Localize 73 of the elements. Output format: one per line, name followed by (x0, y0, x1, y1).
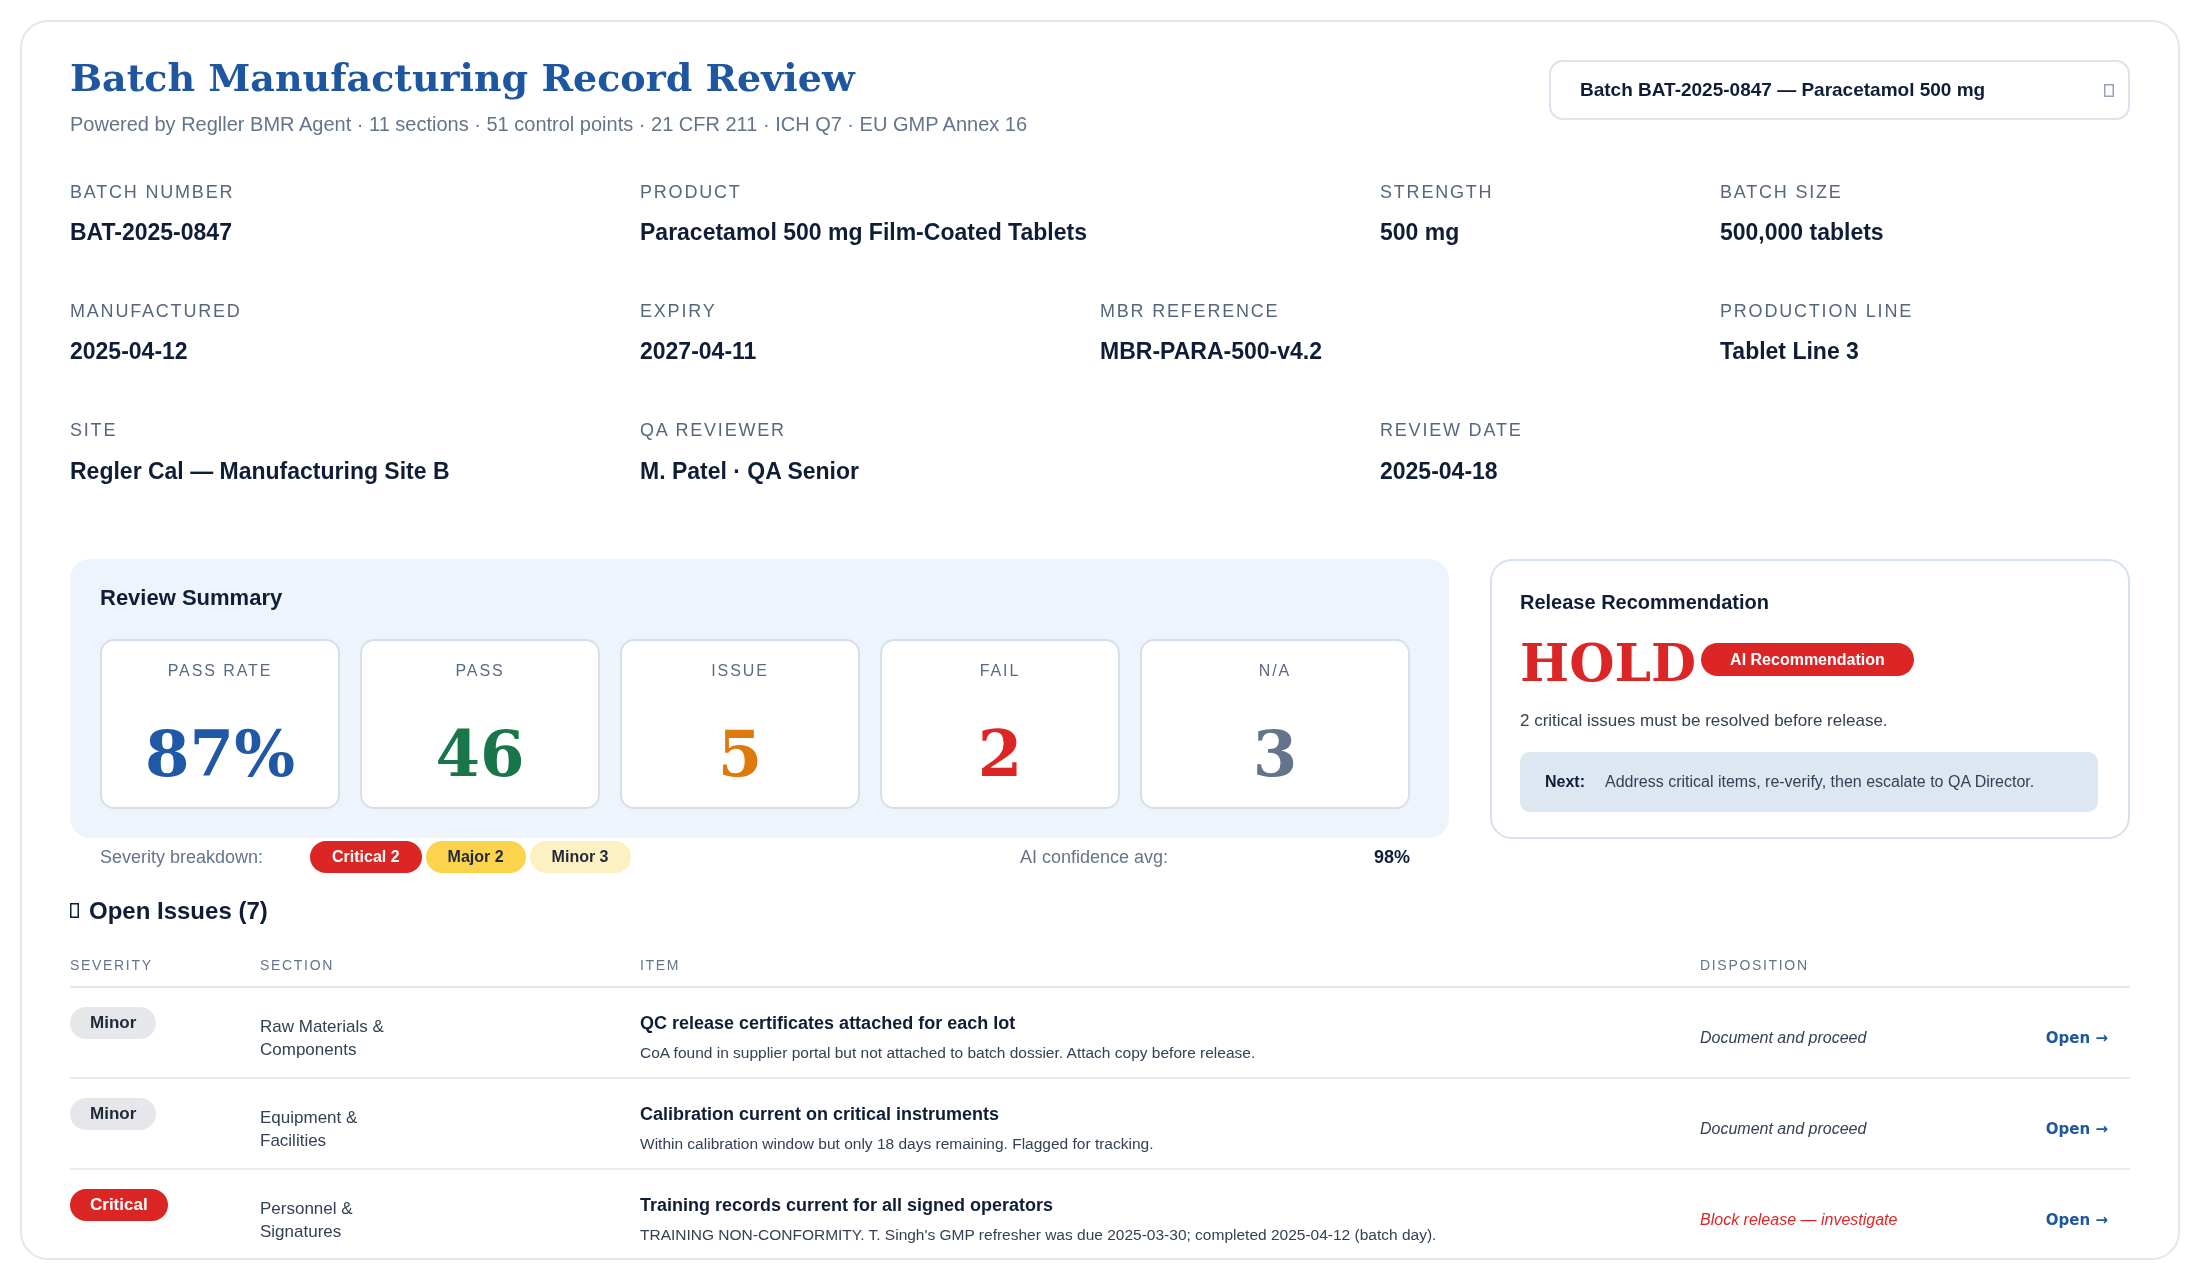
field-label: EXPIRY (640, 299, 717, 323)
decision-text: HOLD (1520, 634, 1697, 692)
item-title: Training records current for all signed operators (640, 1194, 1054, 1218)
page-subtitle: Powered by Regller BMR Agent · 11 sections · 51 control points · 21 CFR 211 · ICH Q7 · EU GMP Annex 16 (70, 111, 1028, 137)
disposition-text: Block release — investigate (1700, 1210, 1898, 1231)
field-label: BATCH SIZE (1720, 180, 1843, 204)
severity-tag: Critical (70, 1189, 168, 1222)
field-value: 500,000 tablets (1720, 218, 1884, 247)
severity-count-tag: Critical 2 (310, 841, 422, 874)
stat-value: 5 (717, 715, 763, 793)
open-link[interactable]: Open → (2045, 1118, 2108, 1141)
item-detail: CoA found in supplier portal but not attached to batch dossier. Attach copy before release. (640, 1043, 1256, 1064)
stat-value: 46 (435, 715, 525, 793)
field-label: MBR REFERENCE (1100, 299, 1280, 323)
confidence-value: 98% (1373, 845, 1410, 869)
section-name: Raw Materials & Components (260, 1015, 385, 1061)
open-link[interactable]: Open → (2045, 1209, 2108, 1232)
breakdown-label: Severity breakdown: (100, 845, 265, 869)
confidence-label: AI confidence avg: (1020, 845, 1169, 869)
column-header: DISPOSITION (1700, 957, 1809, 974)
stat-label: N/A (1258, 661, 1292, 682)
column-header: ITEM (640, 957, 681, 974)
item-detail: TRAINING NON-CONFORMITY. T. Singh's GMP refresher was due 2025-03-30; completed 2025-04-12 (batch day). (640, 1225, 1437, 1246)
stat-value: 2 (977, 715, 1023, 793)
item-title: QC release certificates attached for each lot (640, 1012, 1016, 1036)
field-value: 2027-04-11 (640, 337, 757, 367)
field-label: SITE (70, 419, 118, 443)
severity-count-tag: Major 2 (425, 841, 526, 874)
disposition-text: Document and proceed (1700, 1119, 1867, 1140)
section-name: Personnel & Signatures (260, 1197, 354, 1243)
recommendation-tag: AI Recommendation (1701, 642, 1914, 676)
field-value: 2025-04-12 (70, 337, 188, 367)
item-title: Calibration current on critical instruments (640, 1103, 1000, 1127)
open-link[interactable]: Open → (2045, 1027, 2108, 1050)
field-label: PRODUCT (640, 180, 742, 204)
field-label: STRENGTH (1380, 180, 1494, 204)
field-label: BATCH NUMBER (70, 180, 235, 204)
card-title: Release Recommendation (1520, 590, 1770, 616)
stat-value: 3 (1252, 715, 1298, 793)
next-label: Next: (1545, 772, 1585, 793)
stat-value: 87% (145, 715, 295, 793)
severity-count-tag: Minor 3 (529, 841, 631, 874)
disposition-text: Document and proceed (1700, 1028, 1867, 1049)
square-icon (70, 903, 79, 919)
stat-label: FAIL (979, 661, 1021, 682)
item-detail: Within calibration window but only 18 days remaining. Flagged for tracking. (640, 1134, 1154, 1155)
panel-title: Review Summary (100, 584, 284, 613)
batch-select[interactable]: Batch BAT-2025-0847 — Paracetamol 500 mg (1549, 60, 2130, 120)
square-icon (2104, 83, 2114, 97)
column-header: SECTION (260, 957, 334, 974)
field-value: Tablet Line 3 (1720, 337, 1859, 367)
recommendation-message: 2 critical issues must be resolved before release. (1520, 709, 1889, 732)
field-label: QA REVIEWER (640, 419, 786, 443)
field-value: 500 mg (1380, 218, 1460, 247)
field-value: Regler Cal — Manufacturing Site B (70, 456, 450, 486)
severity-tag: Minor (70, 1007, 157, 1040)
section-name: Equipment & Facilities (260, 1106, 359, 1152)
field-label: REVIEW DATE (1380, 419, 1523, 443)
section-heading: Open Issues (7) (89, 896, 268, 927)
field-label: PRODUCTION LINE (1720, 299, 1914, 323)
severity-tag: Minor (70, 1098, 157, 1131)
field-value: M. Patel · QA Senior (640, 456, 859, 486)
field-value: BAT-2025-0847 (70, 218, 232, 247)
next-step-text: Address critical items, re-verify, then escalate to QA Director. (1605, 772, 2035, 793)
stat-label: PASS (455, 661, 505, 682)
column-header: SEVERITY (70, 957, 153, 974)
field-label: MANUFACTURED (70, 299, 242, 323)
field-value: Paracetamol 500 mg Film-Coated Tablets (640, 218, 1087, 247)
stat-label: ISSUE (711, 661, 769, 682)
page-title: Batch Manufacturing Record Review (70, 55, 857, 101)
field-value: MBR-PARA-500-v4.2 (1100, 337, 1322, 367)
stat-label: PASS RATE (167, 661, 273, 682)
field-value: 2025-04-18 (1380, 456, 1498, 486)
